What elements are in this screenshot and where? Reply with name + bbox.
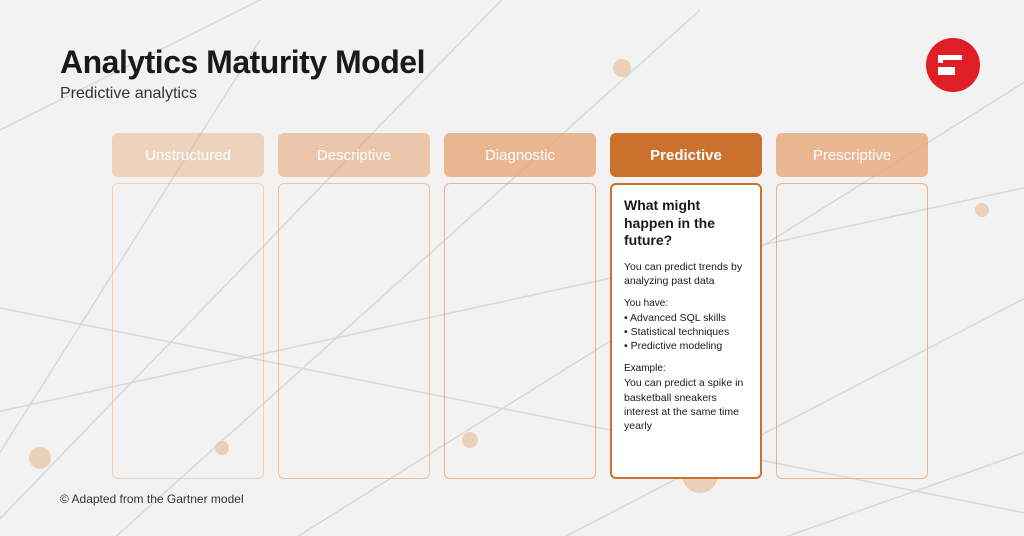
have-item: Predictive modeling [624,339,748,353]
active-question: What might happen in the future? [624,197,748,250]
column-header: Unstructured [112,133,264,177]
brand-logo-icon [926,38,980,92]
column-body-active: What might happen in the future? You can… [610,183,762,479]
page-title: Analytics Maturity Model [60,44,964,81]
column-diagnostic: Diagnostic [444,133,596,479]
column-header: Descriptive [278,133,430,177]
maturity-columns: Unstructured Descriptive Diagnostic Pred… [60,133,964,479]
attribution-text: © Adapted from the Gartner model [60,492,244,506]
column-header: Diagnostic [444,133,596,177]
page-subtitle: Predictive analytics [60,85,964,103]
column-prescriptive: Prescriptive [776,133,928,479]
have-label: You have: [624,298,748,309]
column-body [776,183,928,479]
have-item: Advanced SQL skills [624,311,748,325]
active-description: You can predict trends by analyzing past… [624,260,748,288]
column-header: Prescriptive [776,133,928,177]
column-predictive: Predictive What might happen in the futu… [610,133,762,479]
example-label: Example: [624,363,748,374]
have-item: Statistical techniques [624,325,748,339]
column-body [112,183,264,479]
example-text: You can predict a spike in basketball sn… [624,376,748,433]
column-unstructured: Unstructured [112,133,264,479]
column-body [444,183,596,479]
have-list: Advanced SQL skills Statistical techniqu… [624,311,748,354]
column-body [278,183,430,479]
column-header-active: Predictive [610,133,762,177]
column-descriptive: Descriptive [278,133,430,479]
